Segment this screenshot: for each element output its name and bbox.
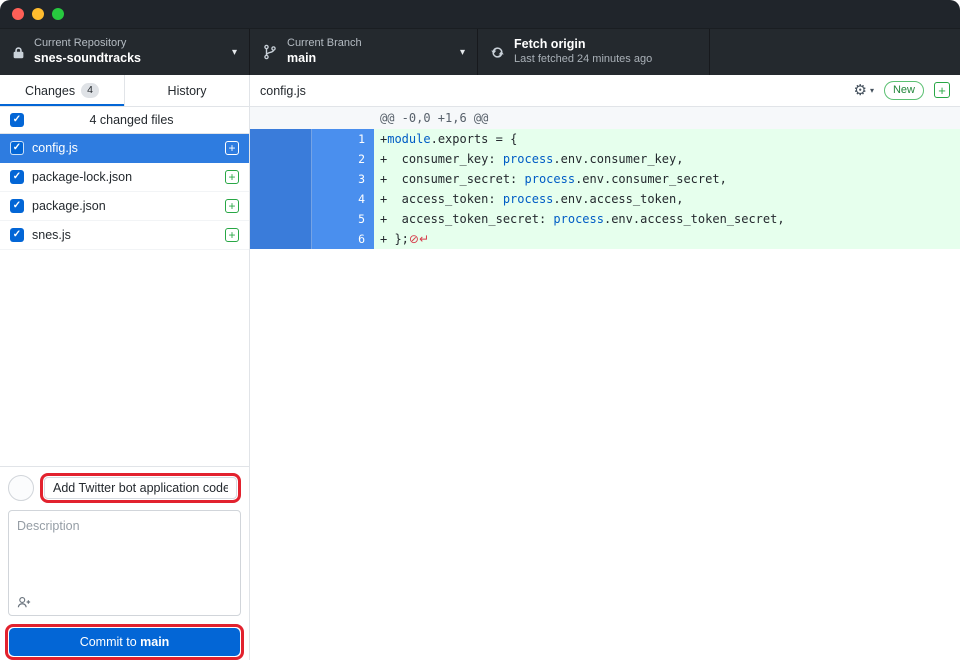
sidebar: Changes 4 History ✓ 4 changed files ✓ con… <box>0 75 250 660</box>
file-checkbox[interactable]: ✓ <box>10 228 24 242</box>
diff-file-header: config.js ⚙▾ New + <box>250 75 960 107</box>
annotation-highlight-summary <box>40 473 241 503</box>
toolbar: Current Repository snes-soundtracks ▾ Cu… <box>0 28 960 75</box>
diff-gutter-new[interactable]: 3 <box>312 169 374 189</box>
added-file-icon: + <box>934 82 950 98</box>
commit-button-prefix: Commit to <box>80 635 140 649</box>
diff-code: + };⊘↵ <box>374 229 960 249</box>
diff-gutter-old[interactable] <box>250 169 312 189</box>
avatar <box>8 475 34 501</box>
sync-icon <box>490 45 505 60</box>
hunk-header: @@ -0,0 +1,6 @@ <box>250 107 960 129</box>
diff-line[interactable]: 6+ };⊘↵ <box>250 229 960 249</box>
zoom-button[interactable] <box>52 8 64 20</box>
select-all-checkbox[interactable]: ✓ <box>10 113 24 127</box>
diff-gutter-old[interactable] <box>250 129 312 149</box>
gear-icon[interactable]: ⚙▾ <box>854 81 874 99</box>
added-status-icon: + <box>225 228 239 242</box>
annotation-highlight-commit-button: Commit to main <box>5 624 244 660</box>
app-window: Current Repository snes-soundtracks ▾ Cu… <box>0 0 960 660</box>
diff-header-actions: ⚙▾ New + <box>854 81 950 99</box>
minimize-button[interactable] <box>32 8 44 20</box>
add-coauthor-icon[interactable] <box>17 595 31 609</box>
added-status-icon: + <box>225 199 239 213</box>
diff-gutter-old[interactable] <box>250 189 312 209</box>
tab-history[interactable]: History <box>125 75 249 106</box>
diff-line[interactable]: 1+module.exports = { <box>250 129 960 149</box>
file-name: snes.js <box>32 228 217 242</box>
file-checkbox[interactable]: ✓ <box>10 141 24 155</box>
chevron-down-icon: ▾ <box>452 47 465 58</box>
commit-summary-row <box>0 473 249 503</box>
tab-changes-label: Changes <box>25 84 75 98</box>
file-name: config.js <box>32 141 217 155</box>
commit-description-box <box>8 510 241 616</box>
diff-code: + access_token: process.env.access_token… <box>374 189 960 209</box>
repository-selector[interactable]: Current Repository snes-soundtracks ▾ <box>0 29 250 75</box>
diff-gutter-new[interactable]: 6 <box>312 229 374 249</box>
commit-button-branch: main <box>140 635 169 649</box>
titlebar <box>0 0 960 28</box>
changed-files-count: 4 changed files <box>24 113 239 127</box>
commit-description-input[interactable] <box>9 511 240 589</box>
branch-label: Current Branch <box>287 37 362 51</box>
added-status-icon: + <box>225 141 239 155</box>
chevron-down-icon: ▾ <box>224 47 237 58</box>
diff-gutter-old[interactable] <box>250 229 312 249</box>
new-badge: New <box>884 81 924 99</box>
file-checkbox[interactable]: ✓ <box>10 170 24 184</box>
file-list: ✓ config.js + ✓ package-lock.json + ✓ package.j… <box>0 134 249 466</box>
fetch-subtitle: Last fetched 24 minutes ago <box>514 53 652 67</box>
diff-pane: config.js ⚙▾ New + @@ -0,0 +1,6 @@ 1+mod… <box>250 75 960 660</box>
changes-count-badge: 4 <box>81 83 99 98</box>
diff-gutter-new[interactable]: 2 <box>312 149 374 169</box>
chevron-down-icon: ▾ <box>870 86 874 95</box>
file-name: package.json <box>32 199 217 213</box>
diff-gutter-new[interactable]: 1 <box>312 129 374 149</box>
branch-selector[interactable]: Current Branch main ▾ <box>250 29 478 75</box>
diff-gutter-new[interactable]: 4 <box>312 189 374 209</box>
tab-history-label: History <box>168 84 207 98</box>
diff-gutter-new[interactable]: 5 <box>312 209 374 229</box>
diff-line[interactable]: 2+ consumer_key: process.env.consumer_ke… <box>250 149 960 169</box>
diff-line[interactable]: 4+ access_token: process.env.access_toke… <box>250 189 960 209</box>
file-name: package-lock.json <box>32 170 217 184</box>
content: Changes 4 History ✓ 4 changed files ✓ con… <box>0 75 960 660</box>
changed-files-header: ✓ 4 changed files <box>0 107 249 134</box>
file-checkbox[interactable]: ✓ <box>10 199 24 213</box>
commit-summary-input[interactable] <box>44 477 237 499</box>
commit-button[interactable]: Commit to main <box>9 628 240 656</box>
tab-bar: Changes 4 History <box>0 75 249 107</box>
fetch-title: Fetch origin <box>514 37 652 53</box>
branch-icon <box>262 44 278 60</box>
diff-lines: 1+module.exports = {2+ consumer_key: pro… <box>250 129 960 249</box>
diff-file-title: config.js <box>260 84 306 98</box>
commit-area: Commit to main <box>0 466 249 660</box>
branch-name: main <box>287 51 362 67</box>
diff-line[interactable]: 5+ access_token_secret: process.env.acce… <box>250 209 960 229</box>
diff-view: @@ -0,0 +1,6 @@ 1+module.exports = {2+ c… <box>250 107 960 660</box>
window-controls <box>12 8 64 20</box>
lock-icon <box>12 46 25 59</box>
diff-code: + consumer_secret: process.env.consumer_… <box>374 169 960 189</box>
file-row[interactable]: ✓ snes.js + <box>0 221 249 250</box>
fetch-origin-button[interactable]: Fetch origin Last fetched 24 minutes ago <box>478 29 710 75</box>
diff-code: + consumer_key: process.env.consumer_key… <box>374 149 960 169</box>
diff-line[interactable]: 3+ consumer_secret: process.env.consumer… <box>250 169 960 189</box>
added-status-icon: + <box>225 170 239 184</box>
tab-changes[interactable]: Changes 4 <box>0 75 125 106</box>
diff-gutter-old[interactable] <box>250 149 312 169</box>
diff-code: +module.exports = { <box>374 129 960 149</box>
diff-code: + access_token_secret: process.env.acces… <box>374 209 960 229</box>
repository-label: Current Repository <box>34 37 141 51</box>
close-button[interactable] <box>12 8 24 20</box>
file-row[interactable]: ✓ package.json + <box>0 192 249 221</box>
repository-name: snes-soundtracks <box>34 51 141 67</box>
file-row[interactable]: ✓ package-lock.json + <box>0 163 249 192</box>
hunk-header-text: @@ -0,0 +1,6 @@ <box>380 111 488 125</box>
diff-gutter-old[interactable] <box>250 209 312 229</box>
file-row[interactable]: ✓ config.js + <box>0 134 249 163</box>
